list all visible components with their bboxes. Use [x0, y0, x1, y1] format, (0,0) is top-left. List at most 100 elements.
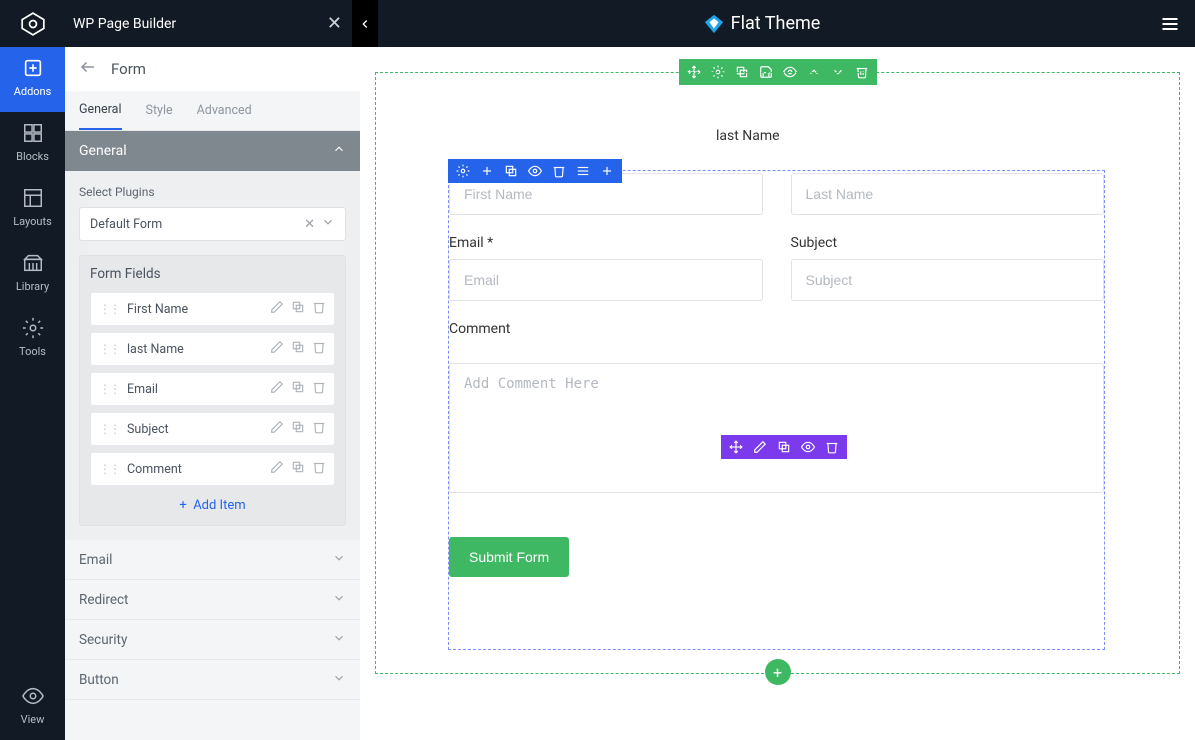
back-arrow-icon[interactable]	[79, 58, 97, 80]
plus-icon[interactable]	[600, 164, 614, 178]
last-name-input[interactable]	[791, 173, 1105, 215]
section-general-label: General	[79, 143, 127, 159]
email-input[interactable]	[449, 259, 763, 301]
copy-icon[interactable]	[291, 460, 305, 478]
nav-view[interactable]: View	[0, 675, 65, 740]
collapsed-section-label: Security	[79, 632, 127, 648]
nav-addons[interactable]: Addons	[0, 47, 65, 112]
trash-icon[interactable]	[312, 340, 326, 358]
subject-input[interactable]	[791, 259, 1105, 301]
field-item-label: Subject	[127, 422, 169, 437]
add-section-button[interactable]: +	[765, 659, 791, 685]
column-toolbar	[448, 159, 622, 183]
plugins-label: Select Plugins	[79, 185, 346, 199]
copy-icon[interactable]	[777, 440, 791, 454]
menu-icon[interactable]	[1145, 14, 1195, 34]
field-item-label: First Name	[127, 302, 188, 317]
plus-icon: +	[179, 498, 186, 513]
brand-name: Flat Theme	[731, 13, 821, 34]
nav-view-label: View	[21, 713, 45, 726]
trash-icon[interactable]	[312, 420, 326, 438]
field-item[interactable]: ⋮⋮ Email	[90, 372, 335, 406]
edit-icon[interactable]	[753, 440, 767, 454]
brand: Flat Theme	[378, 13, 1145, 35]
add-item-button[interactable]: + Add Item	[90, 492, 335, 515]
tab-style[interactable]: Style	[146, 91, 173, 130]
email-label: Email *	[449, 235, 763, 251]
drag-handle-icon[interactable]: ⋮⋮	[99, 342, 119, 356]
eye-icon[interactable]	[801, 440, 815, 454]
copy-icon[interactable]	[291, 300, 305, 318]
submit-button[interactable]: Submit Form	[449, 537, 569, 577]
nav-blocks[interactable]: Blocks	[0, 112, 65, 177]
collapse-panel-button[interactable]	[352, 0, 378, 47]
field-item-label: last Name	[127, 342, 184, 357]
copy-icon[interactable]	[291, 420, 305, 438]
eye-icon[interactable]	[528, 164, 542, 178]
last-name-label: last Name	[716, 128, 780, 144]
tab-advanced[interactable]: Advanced	[197, 91, 252, 130]
clear-icon[interactable]: ✕	[304, 217, 315, 232]
edit-icon[interactable]	[270, 460, 284, 478]
nav-blocks-label: Blocks	[16, 150, 49, 163]
collapsed-section-label: Email	[79, 552, 112, 568]
drag-handle-icon[interactable]: ⋮⋮	[99, 382, 119, 396]
plus-icon[interactable]	[480, 164, 494, 178]
subject-label: Subject	[791, 235, 1105, 251]
trash-icon[interactable]	[312, 460, 326, 478]
trash-icon[interactable]	[552, 164, 566, 178]
edit-icon[interactable]	[270, 340, 284, 358]
chevron-down-icon	[332, 671, 346, 689]
collapsed-section[interactable]: Email	[65, 540, 360, 580]
comment-textarea[interactable]	[449, 363, 1104, 493]
plugin-select[interactable]: Default Form ✕	[79, 207, 346, 241]
trash-icon[interactable]	[312, 300, 326, 318]
element-toolbar	[721, 435, 847, 459]
close-icon[interactable]: ✕	[327, 13, 342, 34]
nav-library-label: Library	[16, 280, 49, 293]
nav-addons-label: Addons	[14, 85, 52, 98]
field-item[interactable]: ⋮⋮ Subject	[90, 412, 335, 446]
copy-icon[interactable]	[291, 340, 305, 358]
edit-icon[interactable]	[270, 300, 284, 318]
collapsed-section-label: Button	[79, 672, 119, 688]
drag-handle-icon[interactable]: ⋮⋮	[99, 302, 119, 316]
collapsed-section[interactable]: Button	[65, 660, 360, 700]
drag-handle-icon[interactable]: ⋮⋮	[99, 422, 119, 436]
chevron-down-icon	[332, 591, 346, 609]
columns-icon[interactable]	[576, 164, 590, 178]
edit-icon[interactable]	[270, 420, 284, 438]
comment-label: Comment	[449, 321, 1104, 337]
nav-tools-label: Tools	[19, 345, 46, 358]
add-item-label: Add Item	[193, 498, 245, 513]
field-item[interactable]: ⋮⋮ last Name	[90, 332, 335, 366]
drag-handle-icon[interactable]: ⋮⋮	[99, 462, 119, 476]
collapsed-section-label: Redirect	[79, 592, 128, 608]
field-item-label: Comment	[127, 462, 182, 477]
section-general-head[interactable]: General	[65, 131, 360, 171]
edit-icon[interactable]	[270, 380, 284, 398]
collapsed-section[interactable]: Security	[65, 620, 360, 660]
fields-title: Form Fields	[90, 266, 335, 282]
app-title: WP Page Builder	[73, 16, 176, 32]
chevron-down-icon[interactable]	[321, 215, 335, 233]
trash-icon[interactable]	[312, 380, 326, 398]
gear-icon[interactable]	[456, 164, 470, 178]
field-item-label: Email	[127, 382, 158, 397]
field-item[interactable]: ⋮⋮ Comment	[90, 452, 335, 486]
nav-layouts-label: Layouts	[13, 215, 52, 228]
field-item[interactable]: ⋮⋮ First Name	[90, 292, 335, 326]
copy-icon[interactable]	[504, 164, 518, 178]
move-icon[interactable]	[729, 440, 743, 454]
chevron-down-icon	[332, 551, 346, 569]
trash-icon[interactable]	[825, 440, 839, 454]
collapsed-section[interactable]: Redirect	[65, 580, 360, 620]
copy-icon[interactable]	[291, 380, 305, 398]
widget-outline: Email * Subject Comment Submit Form	[448, 170, 1105, 650]
chevron-down-icon	[332, 631, 346, 649]
section-outline: last Name	[375, 72, 1180, 674]
nav-library[interactable]: Library	[0, 242, 65, 307]
nav-layouts[interactable]: Layouts	[0, 177, 65, 242]
nav-tools[interactable]: Tools	[0, 307, 65, 372]
tab-general[interactable]: General	[79, 91, 122, 130]
